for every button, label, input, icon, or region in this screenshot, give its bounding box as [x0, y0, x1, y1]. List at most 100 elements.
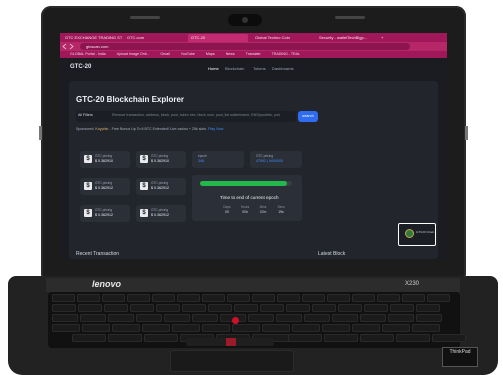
keyboard-key[interactable] [127, 294, 150, 302]
brand-logo: lenovo [92, 279, 122, 289]
keyboard-key[interactable] [77, 294, 100, 302]
keyboard-key[interactable] [390, 304, 414, 312]
keyboard-key[interactable] [427, 294, 450, 302]
keyboard-key[interactable] [288, 334, 322, 342]
timer-value: 47m [259, 210, 267, 214]
keyboard-key[interactable] [80, 314, 106, 322]
keyboard-key[interactable] [312, 304, 336, 312]
keyboard-key[interactable] [364, 304, 388, 312]
trackpoint-middle-button[interactable] [226, 338, 236, 346]
keyboard-key[interactable] [102, 294, 125, 302]
keyboard-key[interactable] [192, 314, 218, 322]
keyboard-key[interactable] [338, 304, 362, 312]
keyboard-key[interactable] [382, 324, 410, 332]
nav-arrows-icon[interactable] [62, 43, 78, 50]
keyboard-key[interactable] [292, 324, 320, 332]
keyboard-key[interactable] [388, 314, 414, 322]
keyboard-key[interactable] [260, 304, 284, 312]
trackpoint-icon[interactable] [232, 317, 239, 324]
keyboard-key[interactable] [286, 304, 310, 312]
browser-tab[interactable]: GTC.com [124, 34, 184, 42]
keyboard-key[interactable] [202, 324, 230, 332]
keyboard-key[interactable] [232, 324, 260, 332]
widget-label: GTC20 Chain [416, 230, 435, 234]
keyboard-key[interactable] [262, 324, 290, 332]
keyboard-key[interactable] [360, 314, 386, 322]
bookmark-item[interactable]: Upload Image Onli... [117, 52, 150, 56]
filter-dropdown[interactable]: All Filters [78, 113, 93, 117]
keyboard-key[interactable] [332, 314, 358, 322]
keyboard-key[interactable] [416, 304, 440, 312]
keyboard-key[interactable] [104, 304, 128, 312]
bookmark-item[interactable]: News [226, 52, 235, 56]
keyboard-key[interactable] [327, 294, 350, 302]
keyboard-key[interactable] [377, 294, 400, 302]
keyboard-key[interactable] [108, 314, 134, 322]
keyboard-key[interactable] [352, 324, 380, 332]
keyboard-key[interactable] [352, 294, 375, 302]
keyboard-key[interactable] [248, 314, 274, 322]
keyboard-key[interactable] [416, 314, 442, 322]
keyboard-key[interactable] [142, 324, 170, 332]
keyboard-key[interactable] [234, 304, 258, 312]
keyboard-key[interactable] [304, 314, 330, 322]
keyboard-key[interactable] [52, 294, 75, 302]
keyboard-key[interactable] [130, 304, 154, 312]
nav-blockchain[interactable]: Blockchain [225, 66, 244, 71]
keyboard-key[interactable] [177, 294, 200, 302]
keyboard-key[interactable] [432, 334, 466, 342]
keyboard-key[interactable] [108, 334, 142, 342]
nav-dashboards[interactable]: Dashboards [272, 66, 294, 71]
bookmark-item[interactable]: Translate [246, 52, 261, 56]
search-input[interactable]: Remove transaction, address, block, pool… [112, 113, 292, 117]
keyboard-key[interactable] [360, 334, 394, 342]
bookmark-item[interactable]: YouTube [181, 52, 195, 56]
keyboard-key[interactable] [72, 334, 106, 342]
keyboard-key[interactable] [78, 304, 102, 312]
bookmark-item[interactable]: GLOBAL Portal - India [70, 52, 106, 56]
keyboard-key[interactable] [182, 304, 206, 312]
keyboard-key[interactable] [52, 324, 80, 332]
sponsored-banner[interactable]: Sponsored: Koyphin - Free Bonus Up To 6 … [76, 127, 223, 131]
keyboard-key[interactable] [52, 304, 76, 312]
search-button[interactable]: search [298, 111, 318, 122]
keyboard-key[interactable] [144, 334, 178, 342]
keyboard-key[interactable] [136, 314, 162, 322]
keyboard-key[interactable] [277, 294, 300, 302]
browser-tab-active[interactable]: GTC-20 [188, 34, 248, 42]
chat-widget[interactable] [398, 223, 436, 246]
browser-tab[interactable]: Security - walletTechBlgp... [316, 34, 376, 42]
bookmark-item[interactable]: Maps [206, 52, 215, 56]
keyboard-key[interactable] [82, 324, 110, 332]
keyboard-key[interactable] [412, 324, 440, 332]
keyboard-key[interactable] [322, 324, 350, 332]
keyboard-key[interactable] [202, 294, 225, 302]
touchpad[interactable] [170, 350, 294, 372]
page-title: GTC-20 Blockchain Explorer [76, 95, 185, 104]
keyboard-key[interactable] [276, 314, 302, 322]
nav-tokens[interactable]: Tokens [253, 66, 266, 71]
keyboard-key[interactable] [112, 324, 140, 332]
keyboard-key[interactable] [172, 324, 200, 332]
epoch-value[interactable]: 346 [198, 159, 204, 163]
bookmark-item[interactable]: Gmail [160, 52, 169, 56]
sponsored-cta[interactable]: Play Now [208, 127, 223, 131]
keyboard-key[interactable] [302, 294, 325, 302]
new-tab-button[interactable]: + [378, 34, 388, 42]
keyboard-key[interactable] [156, 304, 180, 312]
keyboard-key[interactable] [396, 334, 430, 342]
keyboard-key[interactable] [52, 314, 78, 322]
browser-tab[interactable]: Global Techno Coin [252, 34, 312, 42]
bookmark-item[interactable]: TRADING - TRAL [272, 52, 301, 56]
browser-tab[interactable]: GTC EXCHANGE TRADING ST [62, 34, 122, 42]
address-bar[interactable]: gtcscan.com [80, 43, 410, 50]
keyboard-key[interactable] [164, 314, 190, 322]
keyboard-key[interactable] [227, 294, 250, 302]
keyboard-key[interactable] [324, 334, 358, 342]
keyboard-key[interactable] [152, 294, 175, 302]
nav-home[interactable]: Home [208, 66, 219, 71]
site-logo[interactable]: GTC-20 [70, 64, 96, 72]
keyboard-key[interactable] [252, 294, 275, 302]
keyboard-key[interactable] [402, 294, 425, 302]
keyboard-key[interactable] [208, 304, 232, 312]
